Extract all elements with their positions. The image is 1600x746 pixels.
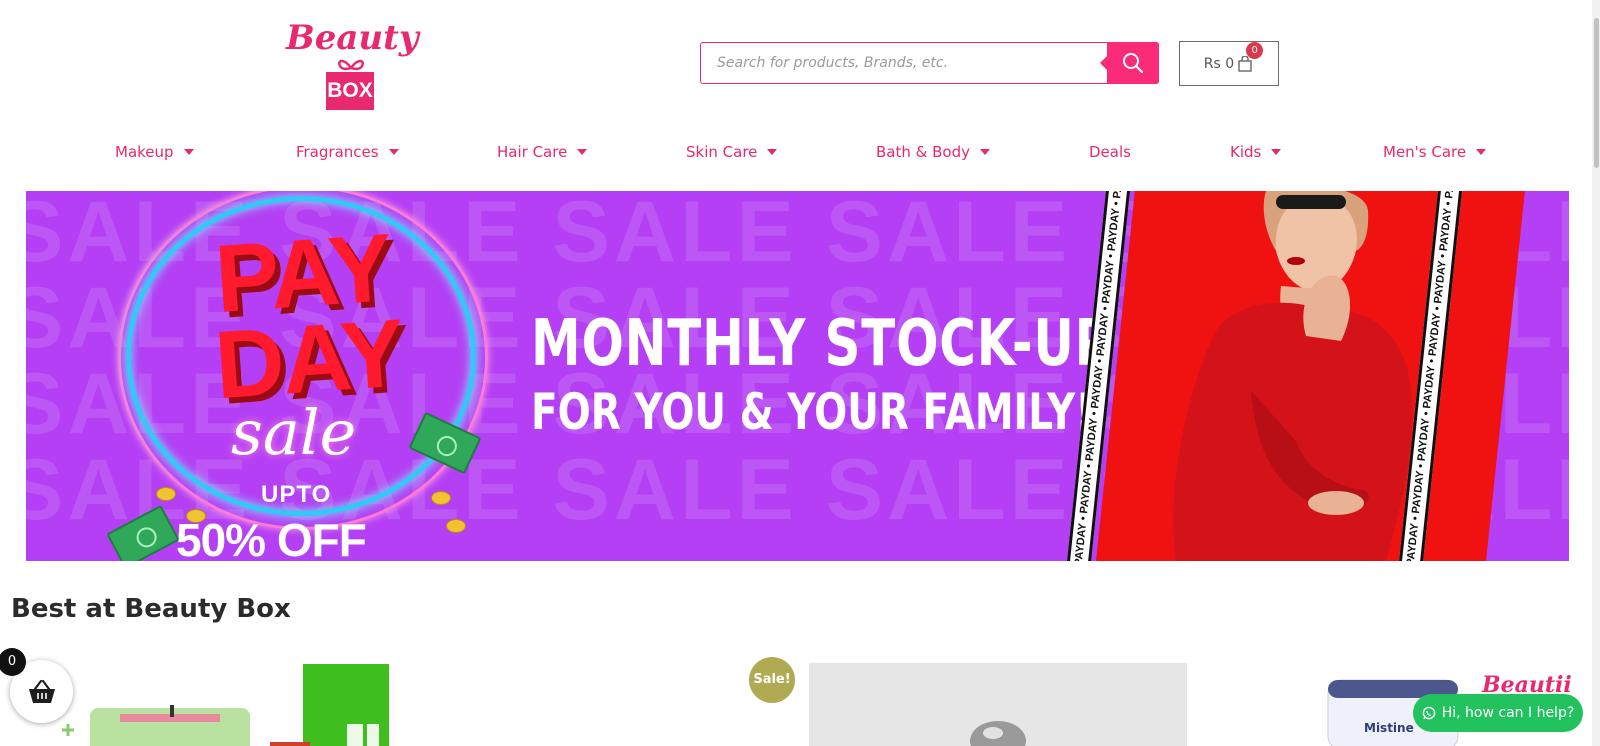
whatsapp-chat-button[interactable]: Hi, how can I help? (1413, 694, 1583, 732)
coin-icon (186, 509, 206, 523)
nav-item-kids[interactable]: Kids (1230, 138, 1282, 166)
caret-down-icon (767, 149, 778, 155)
coin-icon (431, 491, 451, 505)
scrollbar-thumb[interactable] (1594, 18, 1599, 168)
nav-item-label: Deals (1089, 143, 1131, 161)
nav-item-label: Makeup (115, 143, 174, 161)
logo-box: BOX (326, 72, 374, 110)
model-photo (1173, 191, 1412, 561)
cart-total: Rs 0 (1203, 55, 1235, 72)
shopping-bag-icon: 0 (1238, 41, 1264, 72)
basket-icon (28, 679, 55, 703)
sale-script-text: sale (231, 396, 357, 469)
product-image[interactable] (809, 663, 1187, 746)
cart-count-badge: 0 (1246, 41, 1264, 59)
nav-item-deals[interactable]: Deals (1089, 138, 1131, 166)
sale-badge: Sale! (749, 657, 795, 703)
coin-icon (446, 519, 466, 533)
search-input[interactable] (701, 43, 1107, 83)
nav-item-makeup[interactable]: Makeup (115, 138, 194, 166)
discount-text: 50% OFF (176, 514, 367, 561)
page: Beauty BOX Rs 0 0 Makeup Fragrances (0, 0, 1600, 746)
caret-down-icon (979, 149, 990, 155)
nav-item-label: Skin Care (686, 143, 758, 161)
caret-down-icon (1271, 149, 1282, 155)
nav-item-label: Bath & Body (876, 143, 970, 161)
gift-bow-icon (338, 59, 364, 71)
whatsapp-icon (1422, 706, 1436, 720)
nav-item-bath-body[interactable]: Bath & Body (876, 138, 990, 166)
cart-button[interactable]: Rs 0 0 (1179, 41, 1279, 86)
caret-down-icon (183, 149, 194, 155)
nav-item-label: Kids (1230, 143, 1262, 161)
nav-item-hair-care[interactable]: Hair Care (497, 138, 588, 166)
whatsapp-label: Hi, how can I help? (1441, 705, 1575, 721)
search-button[interactable] (1100, 42, 1159, 84)
main-nav: Makeup Fragrances Hair Care Skin Care Ba… (0, 138, 1600, 166)
nav-item-fragrances[interactable]: Fragrances (296, 138, 399, 166)
site-logo[interactable]: Beauty BOX (286, 18, 419, 113)
search-icon (1123, 53, 1144, 74)
caret-down-icon (1476, 149, 1487, 155)
payday-heading: PAY DAY (211, 214, 407, 420)
nav-item-mens-care[interactable]: Men's Care (1383, 138, 1487, 166)
caret-down-icon (388, 149, 399, 155)
nav-item-label: Hair Care (497, 143, 568, 161)
product-image[interactable] (60, 700, 260, 746)
hero-banner[interactable]: SALE SALE SALE SALE SALE SALE SALE SALE … (26, 191, 1569, 561)
logo-script-text: Beauty (286, 18, 419, 58)
banner-headline: MONTHLY STOCK-UP FOR YOU & YOUR FAMILY! (531, 307, 1113, 441)
caret-down-icon (577, 149, 588, 155)
svg-text:Mistine: Mistine (1364, 721, 1414, 735)
upto-text: UPTO (261, 481, 332, 508)
product-image[interactable] (303, 664, 389, 746)
nav-item-skin-care[interactable]: Skin Care (686, 138, 778, 166)
section-title: Best at Beauty Box (11, 594, 291, 624)
search-bar (700, 42, 1159, 84)
nav-item-label: Fragrances (296, 143, 379, 161)
product-image (270, 742, 310, 746)
coin-icon (156, 487, 176, 501)
nav-item-label: Men's Care (1383, 143, 1467, 161)
